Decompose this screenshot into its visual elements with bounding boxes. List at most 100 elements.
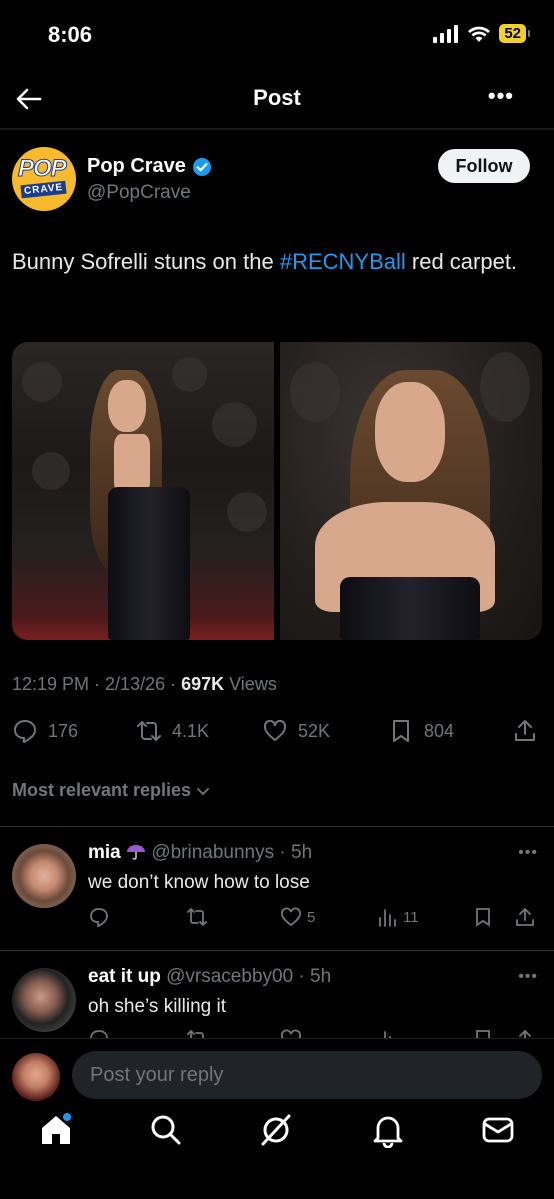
repost-icon [187,908,207,926]
views-icon [379,909,396,927]
bookmark-action[interactable]: 804 [388,718,454,744]
bookmark-count: 804 [424,720,455,741]
reply-author-name[interactable]: eat it up [88,966,161,987]
messages-icon[interactable] [480,1112,516,1148]
reply-reply-action[interactable] [88,906,110,928]
views-icon [384,1031,391,1038]
reply-actions [0,1028,554,1038]
share-icon [516,907,534,926]
reply-input-placeholder: Post your reply [90,1063,224,1086]
reply-more-icon[interactable]: ••• [518,844,538,862]
battery-indicator: 52 [499,24,530,43]
views-count: 697K [181,674,225,694]
reply-share-action[interactable] [514,1028,536,1038]
notifications-icon[interactable] [370,1112,406,1148]
share-icon [519,1029,531,1038]
wifi-icon [468,26,491,42]
repost-icon [137,721,161,741]
logo-text-crave: CRAVE [20,180,67,199]
reply-like-action[interactable] [280,1028,302,1038]
verified-badge-icon [192,157,211,176]
reply-repost-action[interactable] [186,1028,208,1038]
reply-avatar[interactable] [12,844,76,908]
reply-view-count: 11 [403,908,419,926]
reply-header: mia @brinabunnys · 5h [88,842,312,864]
reply-share-action[interactable] [514,906,536,928]
post-actions: 176 4.1K 52K 804 [0,718,554,752]
post-text-before: Bunny Sofrelli stuns on the [12,249,280,274]
share-icon [515,720,535,741]
more-options-icon[interactable]: ••• [488,83,514,109]
bookmark-icon [393,720,409,742]
author-name[interactable]: Pop Crave [87,155,186,178]
reply-icon [90,1030,108,1038]
hashtag-link[interactable]: #RECNYBall [280,249,406,274]
reply-action[interactable]: 176 [12,718,78,744]
views-label: Views [224,674,277,694]
reply-bookmark-action[interactable] [472,906,494,928]
post-meta: 12:19 PM · 2/13/26 · 697K Views [12,674,277,695]
author-avatar[interactable]: POP CRAVE [12,147,76,211]
search-icon[interactable] [148,1112,184,1148]
share-action[interactable] [512,718,538,744]
reply-like-action[interactable]: 5 [280,906,315,928]
grok-icon[interactable] [258,1112,294,1148]
page-title: Post [253,85,301,110]
heart-icon [281,907,301,927]
status-time: 8:06 [48,22,93,47]
home-icon[interactable] [38,1112,74,1148]
repost-count: 4.1K [172,720,210,741]
reply-header: eat it up @vrsacebby00 · 5h [88,966,331,988]
replies-sort-label: Most relevant replies [12,780,192,800]
chevron-down-icon [197,787,209,795]
reply-views-action[interactable] [376,1028,398,1038]
post-header: Post ••• [0,70,554,128]
reply-input[interactable]: Post your reply [72,1051,542,1099]
post-author: POP CRAVE Pop Crave @PopCrave Follow [12,145,542,215]
author-handle[interactable]: @PopCrave [87,182,191,204]
reply-views-action[interactable]: 11 [376,906,419,928]
header-divider [0,128,554,130]
author-name-row[interactable]: Pop Crave [87,155,212,178]
replies-sort-dropdown[interactable]: Most relevant replies [12,780,211,801]
bookmark-icon [476,908,490,927]
heart-icon [263,719,287,741]
bottom-tab-bar [0,1112,554,1172]
signal-icon [433,24,459,43]
reply-bookmark-action[interactable] [472,1028,494,1038]
heart-icon [281,1029,301,1038]
reply-actions: 5 11 [0,906,554,934]
logo-text-pop: POP [18,155,68,183]
reply-author-name[interactable]: mia [88,842,121,863]
reply-handle-time: @vrsacebby00 · 5h [166,966,332,987]
status-bar: 8:06 52 [0,0,554,70]
reply-item[interactable]: eat it up @vrsacebby00 · 5h ••• oh she’s… [0,950,554,1038]
post-timestamp: 12:19 PM · 2/13/26 · [12,674,182,694]
reply-avatar[interactable] [12,968,76,1032]
follow-button[interactable]: Follow [438,149,530,183]
repost-action[interactable]: 4.1K [136,718,209,744]
reply-icon [90,908,108,928]
reply-like-count: 5 [307,908,316,926]
reply-text: we don’t know how to lose [88,872,310,893]
reply-count: 176 [48,720,79,741]
reply-text: oh she’s killing it [88,996,227,1017]
current-user-avatar[interactable] [12,1053,60,1101]
bookmark-icon [476,1030,490,1038]
like-action[interactable]: 52K [262,718,330,744]
reply-icon [14,720,36,743]
media-photo-2[interactable] [280,342,542,640]
post-media [12,342,542,640]
media-photo-1[interactable] [12,342,274,640]
repost-icon [187,1030,204,1038]
umbrella-emoji-icon [127,845,146,860]
like-count: 52K [298,720,331,741]
post-text: Bunny Sofrelli stuns on the #RECNYBall r… [12,246,532,277]
reply-handle-time: @brinabunnys · 5h [151,842,313,863]
reply-item[interactable]: mia @brinabunnys · 5h ••• we don’t know … [0,826,554,950]
reply-more-icon[interactable]: ••• [518,968,538,986]
reply-repost-action[interactable] [186,906,208,928]
post-text-after: red carpet. [405,249,518,274]
reply-reply-action[interactable] [88,1028,110,1038]
status-indicators: 52 [433,24,530,43]
